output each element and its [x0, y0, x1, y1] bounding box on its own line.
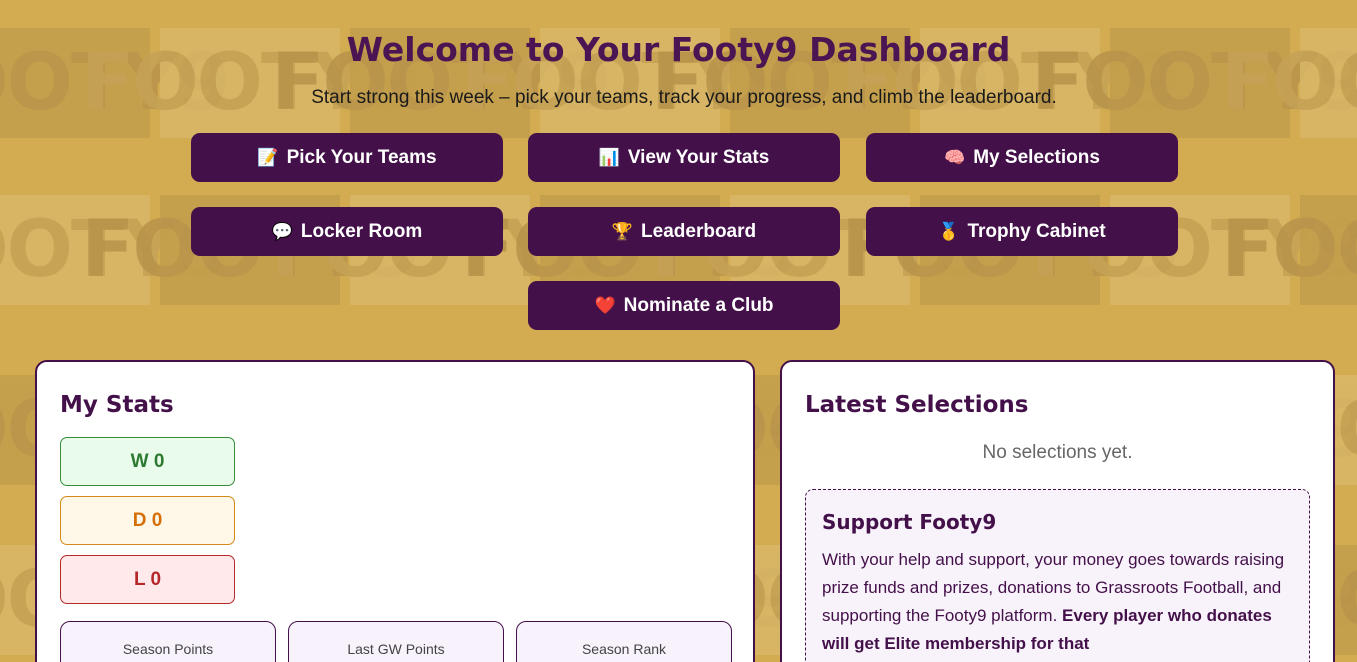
- nominate-club-label: Nominate a Club: [623, 294, 774, 316]
- leaderboard-button[interactable]: 🏆 Leaderboard: [528, 207, 840, 256]
- speech-bubble-icon: 💬: [271, 221, 293, 241]
- locker-room-button[interactable]: 💬 Locker Room: [191, 207, 503, 256]
- trophy-cabinet-button[interactable]: 🥇 Trophy Cabinet: [866, 207, 1178, 256]
- season-points-box: Season Points: [60, 621, 276, 662]
- my-stats-card: My Stats W 0 D 0 L 0 Season Points Last …: [35, 360, 755, 662]
- trophy-cabinet-label: Trophy Cabinet: [967, 220, 1106, 242]
- heart-icon: ❤️: [594, 295, 616, 315]
- page-subtitle: Start strong this week – pick your teams…: [311, 87, 1057, 108]
- bar-chart-icon: 📊: [598, 147, 620, 167]
- pick-teams-label: Pick Your Teams: [286, 146, 437, 168]
- draws-badge: D 0: [60, 496, 235, 545]
- pick-teams-button[interactable]: 📝 Pick Your Teams: [191, 133, 503, 182]
- brain-icon: 🧠: [944, 147, 966, 167]
- support-text: With your help and support, your money g…: [822, 546, 1293, 658]
- support-box: Support Footy9 With your help and suppor…: [805, 489, 1310, 662]
- latest-selections-title: Latest Selections: [805, 392, 1029, 418]
- trophy-icon: 🏆: [611, 221, 634, 241]
- view-stats-label: View Your Stats: [627, 146, 770, 168]
- medal-icon: 🥇: [938, 221, 960, 241]
- locker-room-label: Locker Room: [300, 220, 423, 242]
- my-selections-label: My Selections: [973, 146, 1100, 168]
- my-selections-button[interactable]: 🧠 My Selections: [866, 133, 1178, 182]
- wins-badge: W 0: [60, 437, 235, 486]
- no-selections-message: No selections yet.: [982, 442, 1133, 463]
- leaderboard-label: Leaderboard: [641, 220, 757, 242]
- memo-icon: 📝: [257, 147, 279, 167]
- view-stats-button[interactable]: 📊 View Your Stats: [528, 133, 840, 182]
- support-title: Support Footy9: [822, 510, 997, 534]
- losses-badge: L 0: [60, 555, 235, 604]
- latest-selections-card: Latest Selections No selections yet. Sup…: [780, 360, 1335, 662]
- nominate-club-button[interactable]: ❤️ Nominate a Club: [528, 281, 840, 330]
- last-gw-points-box: Last GW Points: [288, 621, 504, 662]
- page-title: Welcome to Your Footy9 Dashboard: [346, 30, 1011, 69]
- season-rank-box: Season Rank: [516, 621, 732, 662]
- background-logo: FOOTY9: [1221, 195, 1357, 305]
- my-stats-title: My Stats: [60, 392, 174, 418]
